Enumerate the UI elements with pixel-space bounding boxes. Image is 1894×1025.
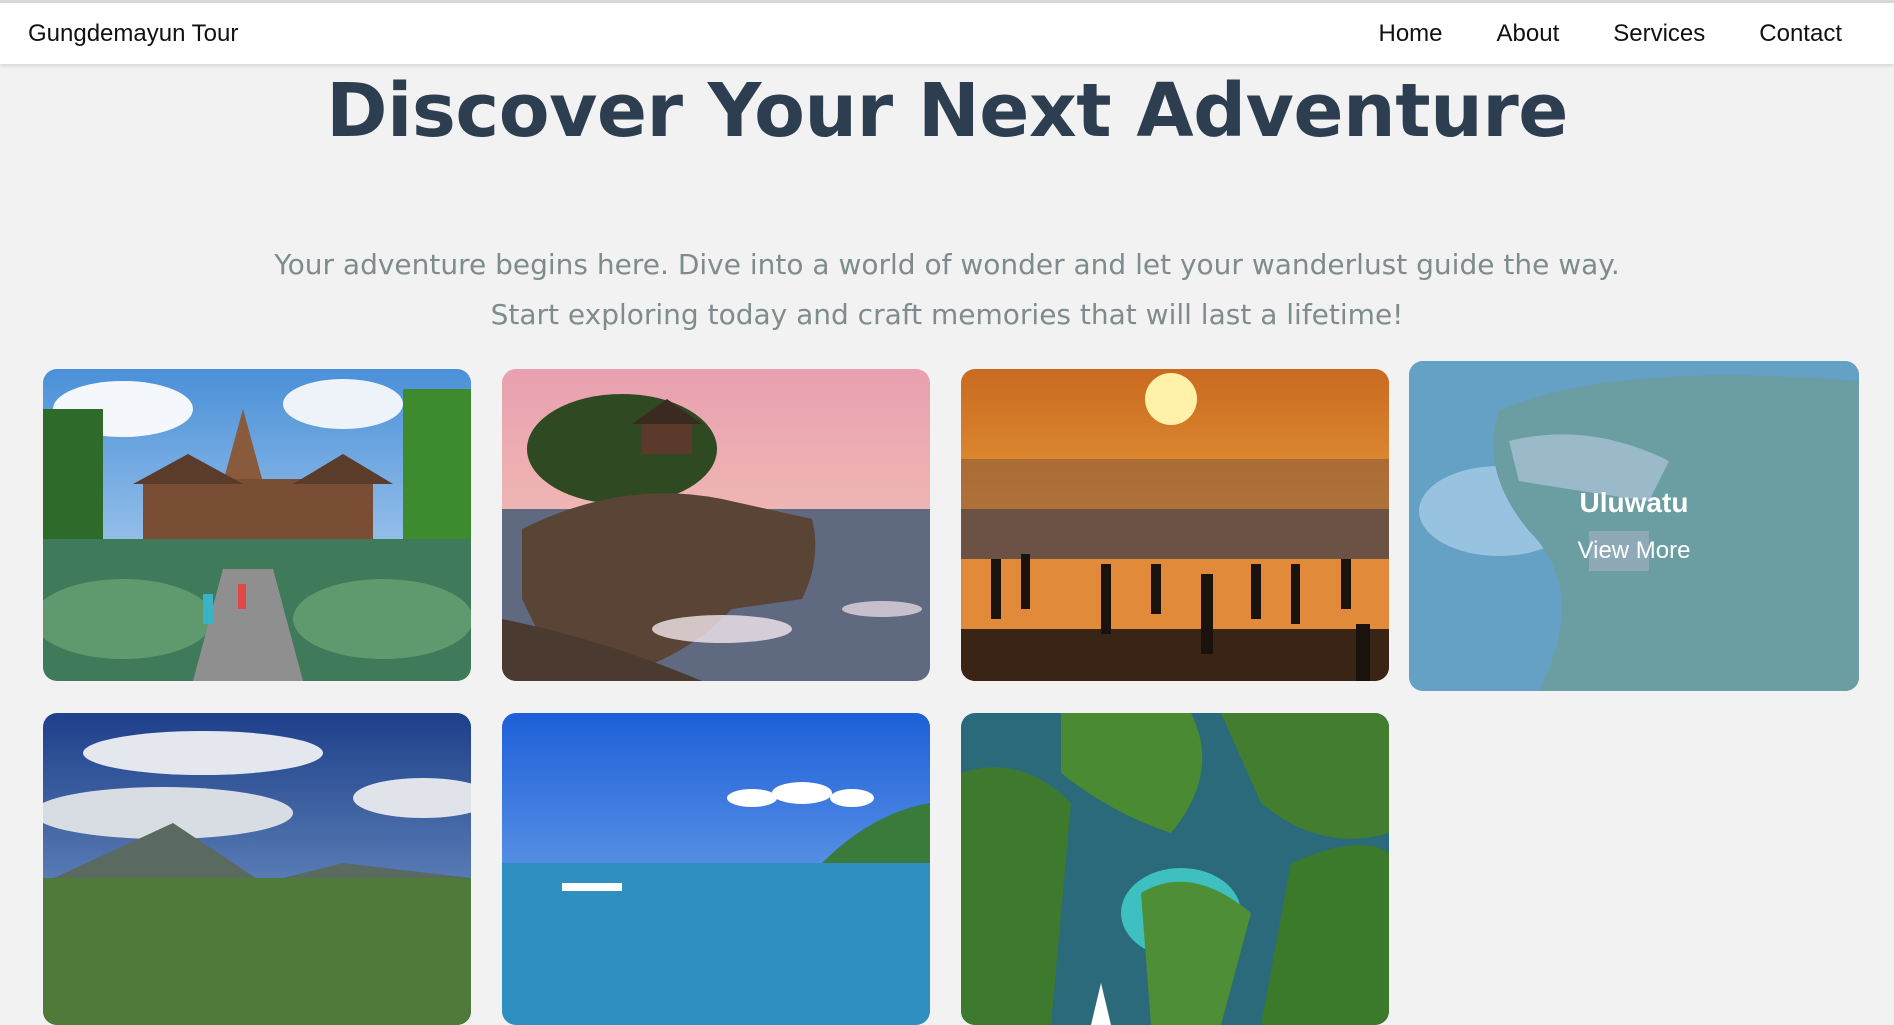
destination-card[interactable] [961, 369, 1389, 681]
ocean-boat-photo [502, 713, 930, 1025]
subtitle-line-1: Your adventure begins here. Dive into a … [274, 248, 1620, 281]
destination-card[interactable] [43, 713, 471, 1025]
nav-link-services[interactable]: Services [1613, 20, 1705, 48]
destination-card[interactable] [502, 713, 930, 1025]
sea-temple-rock-photo [502, 369, 930, 681]
brand-logo-text[interactable]: Gungdemayun Tour [28, 20, 238, 48]
beach-sunset-silhouettes-photo [961, 369, 1389, 681]
card-title: Uluwatu [1579, 487, 1689, 518]
nav-link-contact[interactable]: Contact [1759, 20, 1842, 48]
green-island-cliffs-photo [961, 713, 1389, 1025]
temple-garden-photo [43, 369, 471, 681]
volcano-landscape-photo [43, 713, 471, 1025]
view-more-link[interactable]: View More [1578, 537, 1691, 565]
destination-card[interactable] [961, 713, 1389, 1025]
page-title: Discover Your Next Adventure [326, 68, 1568, 154]
hero-subtitle: Your adventure begins here. Dive into a … [200, 240, 1694, 340]
destination-card[interactable] [43, 369, 471, 681]
destination-card[interactable] [502, 369, 930, 681]
subtitle-line-2: Start exploring today and craft memories… [490, 298, 1404, 331]
destination-card-uluwatu[interactable]: Uluwatu View More [1409, 361, 1859, 691]
nav-link-home[interactable]: Home [1379, 20, 1443, 48]
card-hover-overlay: Uluwatu View More [1409, 361, 1859, 691]
nav-link-about[interactable]: About [1497, 20, 1560, 48]
nav-links: Home About Services Contact [1379, 20, 1867, 48]
navbar: Gungdemayun Tour Home About Services Con… [0, 3, 1894, 64]
